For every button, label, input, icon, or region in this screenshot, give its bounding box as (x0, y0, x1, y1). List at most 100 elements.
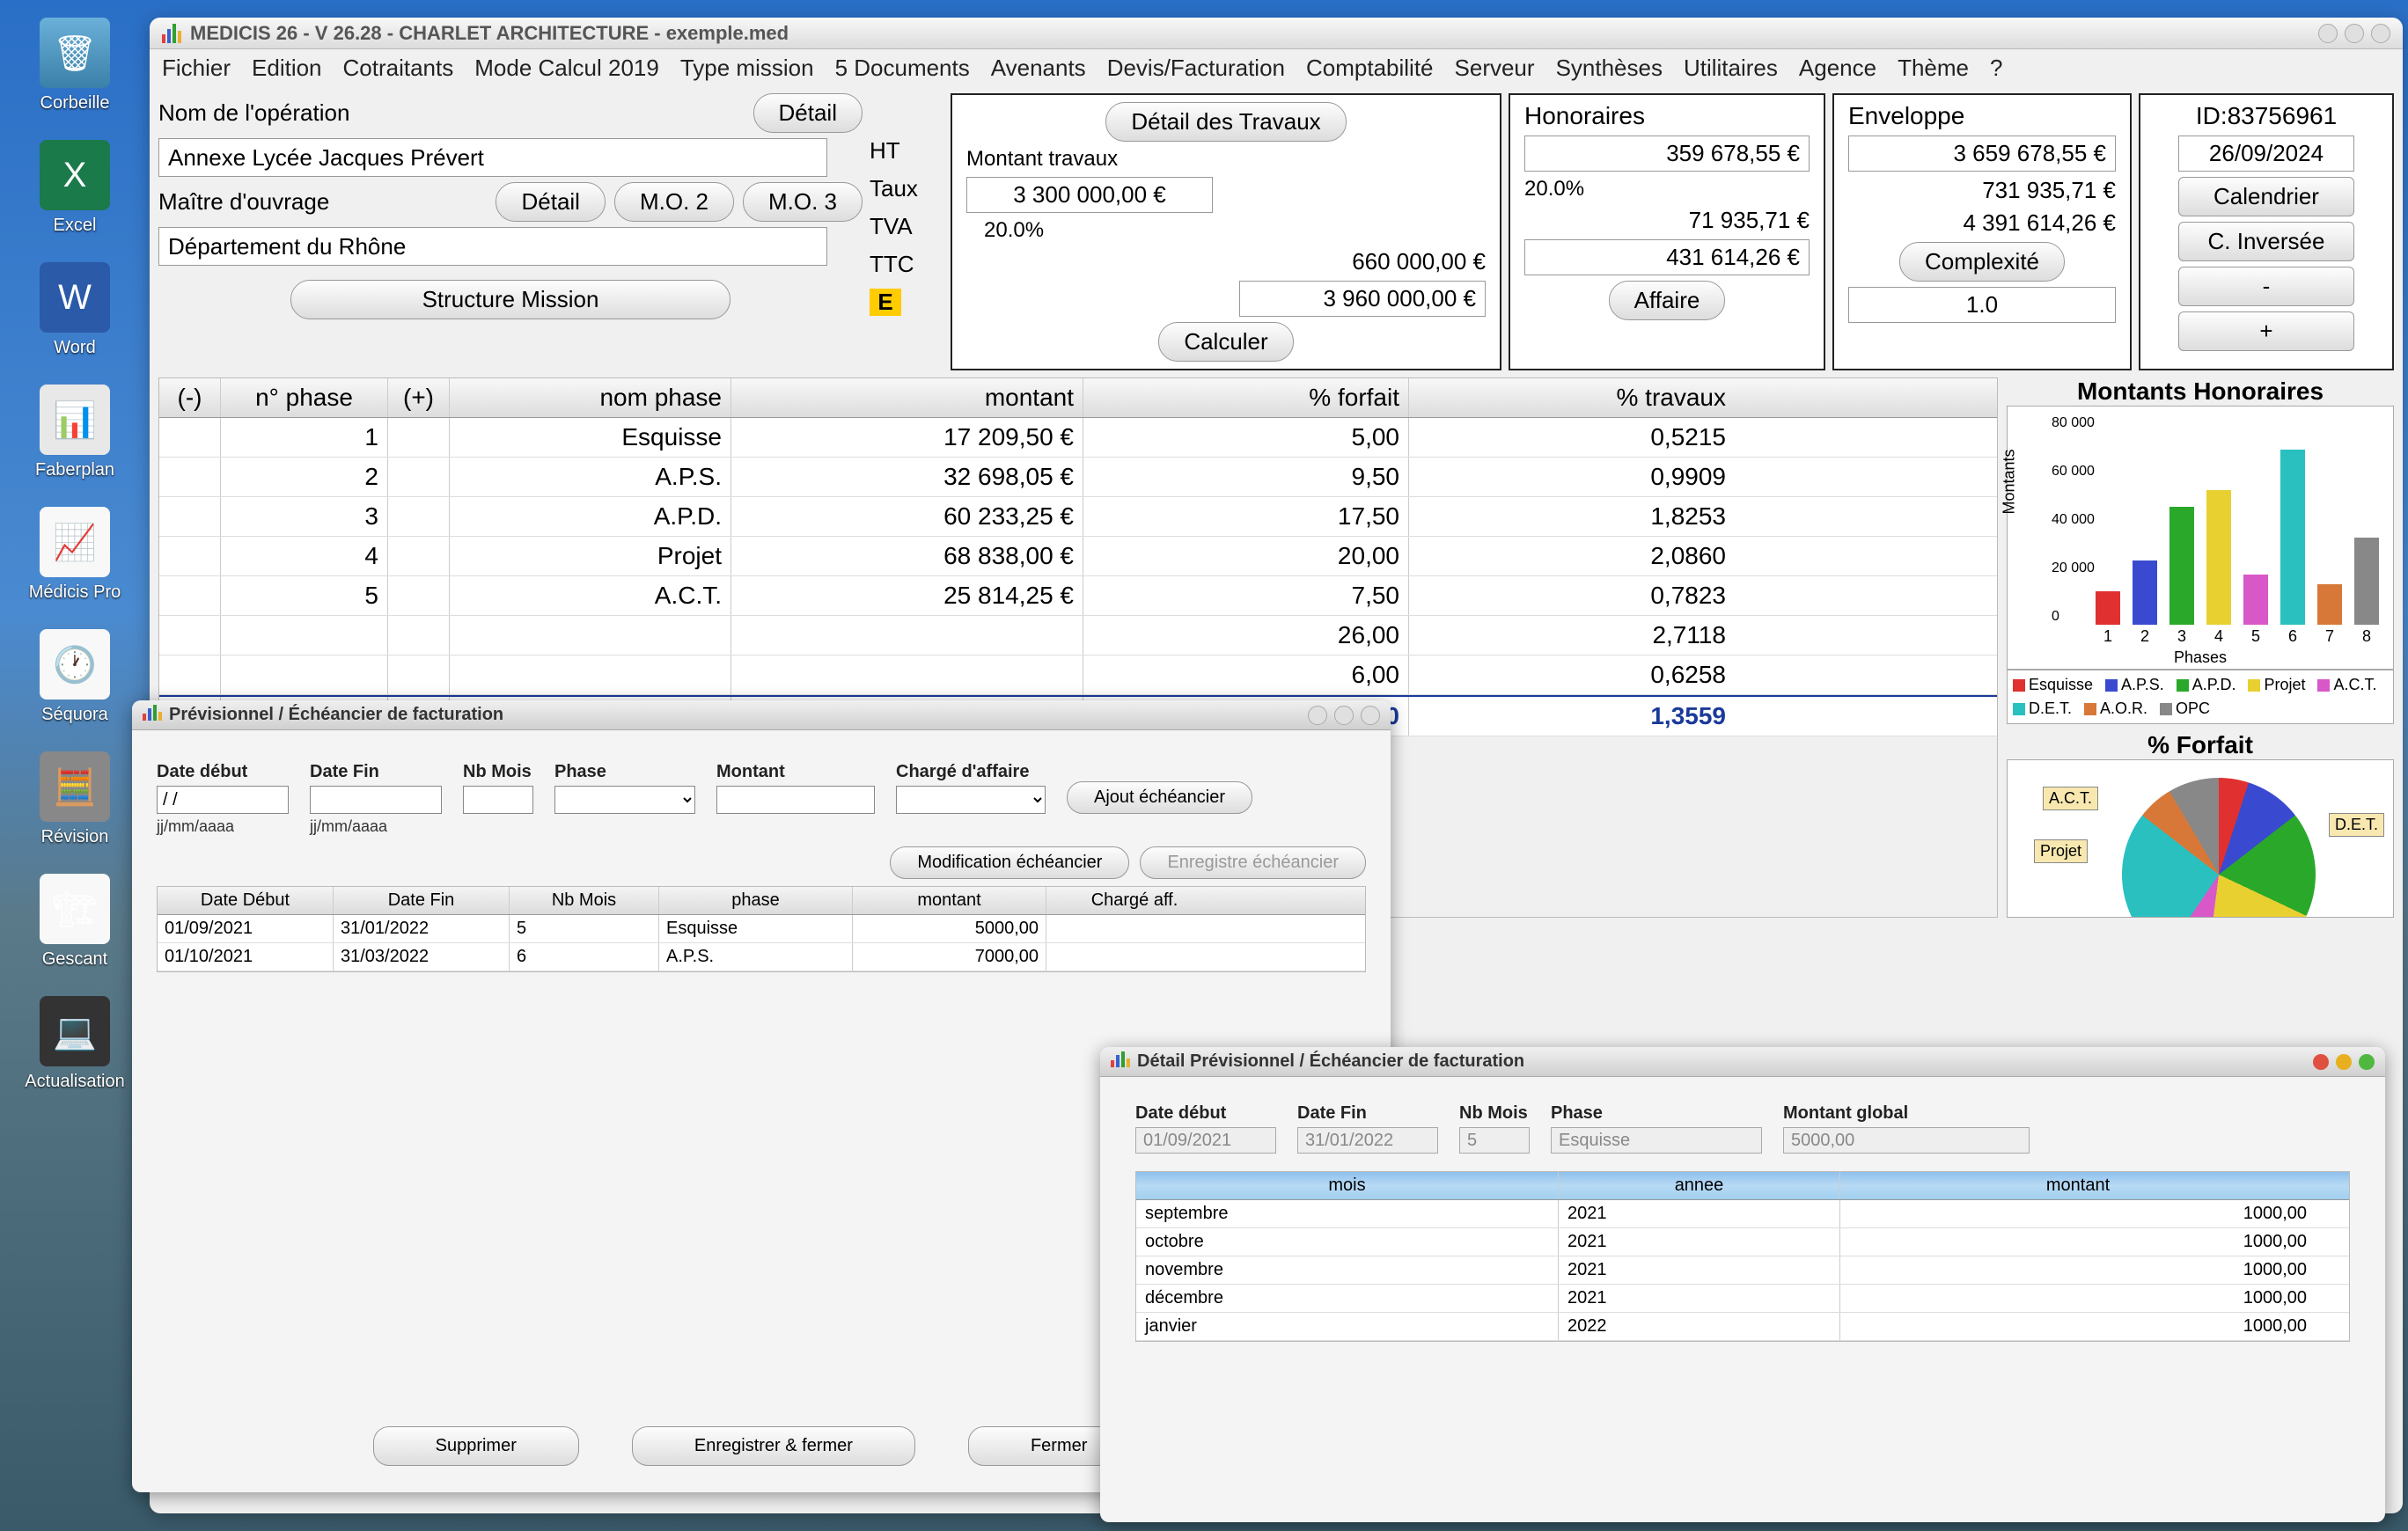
ttc-travaux-input[interactable]: 3 960 000,00 € (1239, 281, 1486, 317)
calculer-button[interactable]: Calculer (1158, 322, 1293, 362)
prev-nbmois-input[interactable] (463, 786, 533, 814)
menu-item[interactable]: Mode Calcul 2019 (474, 55, 659, 82)
desktop-icon-actualisation[interactable]: 💻 Actualisation (13, 996, 136, 1092)
mo3-button[interactable]: M.O. 3 (743, 182, 863, 222)
det-row[interactable]: novembre20211000,00 (1136, 1256, 2349, 1285)
inverse-button[interactable]: C. Inversée (2178, 222, 2354, 261)
col-num[interactable]: n° phase (221, 378, 388, 417)
maximize-icon[interactable] (2345, 24, 2364, 43)
detail-button[interactable]: Détail (753, 93, 863, 133)
honoraires-panel: Honoraires 359 678,55 € 20.0% 71 935,71 … (1509, 93, 1825, 370)
prev-date-debut-input[interactable] (157, 786, 289, 814)
maitre-ouvrage-input[interactable]: Département du Rhône (158, 227, 827, 266)
prev-charge-select[interactable] (896, 786, 1046, 814)
desktop-icon-medicis-pro[interactable]: 📈 Médicis Pro (13, 507, 136, 603)
phase-row[interactable]: 26,00 2,7118 (159, 616, 1997, 656)
detail-travaux-button[interactable]: Détail des Travaux (1105, 102, 1346, 142)
det-max-icon[interactable] (2359, 1054, 2375, 1070)
det-row[interactable]: décembre20211000,00 (1136, 1285, 2349, 1313)
menu-item[interactable]: ? (1990, 55, 2002, 82)
menu-item[interactable]: Thème (1898, 55, 1969, 82)
menu-item[interactable]: Comptabilité (1306, 55, 1434, 82)
phase-row[interactable]: 1 Esquisse 17 209,50 € 5,00 0,5215 (159, 418, 1997, 458)
enveloppe-v3: 4 391 614,26 € (1848, 209, 2116, 237)
phase-row[interactable]: 6,00 0,6258 (159, 656, 1997, 695)
revision-icon: 🧮 (40, 751, 110, 822)
desktop-icon-sequora[interactable]: 🕐 Séquora (13, 629, 136, 725)
enreg-echeancier-button[interactable]: Enregistre échéancier (1140, 846, 1366, 879)
menu-item[interactable]: Synthèses (1556, 55, 1663, 82)
menu-item[interactable]: Cotraitants (343, 55, 454, 82)
desktop-icon-excel[interactable]: X Excel (13, 140, 136, 236)
honoraires-ttc[interactable]: 431 614,26 € (1524, 239, 1810, 275)
menu-item[interactable]: Edition (252, 55, 322, 82)
prev-montant-input[interactable] (716, 786, 875, 814)
taux-travaux: 20.0% (966, 218, 1486, 243)
det-close-icon[interactable] (2313, 1054, 2329, 1070)
phase-row[interactable]: 2 A.P.S. 32 698,05 € 9,50 0,9909 (159, 458, 1997, 497)
bar (2243, 575, 2268, 625)
phase-row[interactable]: 3 A.P.D. 60 233,25 € 17,50 1,8253 (159, 497, 1997, 537)
modif-echeancier-button[interactable]: Modification échéancier (890, 846, 1129, 879)
enregistrer-fermer-button[interactable]: Enregistrer & fermer (632, 1426, 915, 1466)
prev-title: Prévisionnel / Échéancier de facturation (169, 705, 503, 725)
prev-min-icon[interactable] (1308, 706, 1327, 725)
phase-row[interactable]: 4 Projet 68 838,00 € 20,00 2,0860 (159, 537, 1997, 576)
montant-travaux-input[interactable]: 3 300 000,00 € (966, 177, 1213, 213)
structure-mission-button[interactable]: Structure Mission (290, 280, 730, 319)
col-travaux[interactable]: % travaux (1409, 378, 1735, 417)
phase-row[interactable]: 5 A.C.T. 25 814,25 € 7,50 0,7823 (159, 576, 1997, 616)
det-min-icon[interactable] (2336, 1054, 2352, 1070)
calendrier-button[interactable]: Calendrier (2178, 177, 2354, 216)
det-row[interactable]: octobre20211000,00 (1136, 1228, 2349, 1256)
honoraires-ht[interactable]: 359 678,55 € (1524, 136, 1810, 172)
col-forfait[interactable]: % forfait (1083, 378, 1409, 417)
desktop-icon-gescant[interactable]: 🏗 Gescant (13, 874, 136, 970)
complexite-button[interactable]: Complexité (1899, 242, 2065, 282)
menu-item[interactable]: Agence (1799, 55, 1876, 82)
menu-item[interactable]: Devis/Facturation (1107, 55, 1285, 82)
bar-chart: Montants 020 00040 00060 00080 000 12345… (2007, 406, 2394, 670)
menu-item[interactable]: Fichier (162, 55, 231, 82)
det-row[interactable]: janvier20221000,00 (1136, 1313, 2349, 1341)
col-plus[interactable]: (+) (388, 378, 450, 417)
menu-item[interactable]: Utilitaires (1684, 55, 1778, 82)
prev-max-icon[interactable] (1334, 706, 1354, 725)
prev-row[interactable]: 01/09/202131/01/2022 5Esquisse 5000,00 (158, 915, 1365, 943)
col-montant[interactable]: montant (731, 378, 1083, 417)
supprimer-button[interactable]: Supprimer (373, 1426, 579, 1466)
nom-operation-input[interactable]: Annexe Lycée Jacques Prévert (158, 138, 827, 177)
ajout-echeancier-button[interactable]: Ajout échéancier (1067, 781, 1252, 814)
prev-date-fin-input[interactable] (310, 786, 442, 814)
menu-item[interactable]: Avenants (991, 55, 1086, 82)
detail-table[interactable]: mois annee montant septembre20211000,00 … (1135, 1171, 2350, 1342)
mo2-button[interactable]: M.O. 2 (614, 182, 734, 222)
desktop-icon-faberplan[interactable]: 📊 Faberplan (13, 385, 136, 480)
menu-item[interactable]: Type mission (680, 55, 814, 82)
desktop-icon-word[interactable]: W Word (13, 262, 136, 358)
label-ht: HT (870, 137, 943, 165)
label-taux: Taux (870, 175, 943, 202)
desktop-icon-revision[interactable]: 🧮 Révision (13, 751, 136, 847)
detail-mo-button[interactable]: Détail (496, 182, 605, 222)
minimize-icon[interactable] (2318, 24, 2338, 43)
col-name[interactable]: nom phase (450, 378, 731, 417)
plus-button[interactable]: + (2178, 311, 2354, 351)
prev-phase-select[interactable] (554, 786, 695, 814)
menu-item[interactable]: 5 Documents (835, 55, 970, 82)
minus-button[interactable]: - (2178, 267, 2354, 306)
prev-row[interactable]: 01/10/202131/03/2022 6A.P.S. 7000,00 (158, 943, 1365, 971)
bar (2206, 490, 2231, 625)
close-icon[interactable] (2371, 24, 2390, 43)
menu-item[interactable]: Serveur (1455, 55, 1535, 82)
desktop-icon-corbeille[interactable]: 🗑 Corbeille (13, 18, 136, 114)
col-minus[interactable]: (-) (159, 378, 221, 417)
det-row[interactable]: septembre20211000,00 (1136, 1200, 2349, 1228)
window-controls[interactable] (2318, 24, 2390, 43)
date-input[interactable]: 26/09/2024 (2178, 136, 2354, 172)
affaire-button[interactable]: Affaire (1609, 281, 1726, 320)
prev-close-icon[interactable] (1361, 706, 1380, 725)
enveloppe-v1[interactable]: 3 659 678,55 € (1848, 136, 2116, 172)
prev-table[interactable]: Date Début Date Fin Nb Mois phase montan… (157, 886, 1366, 972)
complexite-value[interactable]: 1.0 (1848, 287, 2116, 323)
